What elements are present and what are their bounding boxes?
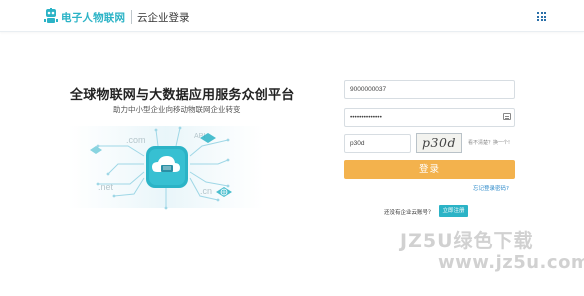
top-header: 电子人物联网 云企业登录 xyxy=(0,0,584,32)
forgot-password-link[interactable]: 忘记登录密码? xyxy=(473,184,509,192)
watermark-url: www.jz5u.com xyxy=(438,252,584,273)
register-prompt: 还没有企业云账号？ xyxy=(384,210,434,216)
page-title: 云企业登录 xyxy=(137,12,190,24)
username-input[interactable]: 9000000037 xyxy=(344,80,515,99)
cloud-hub-icon xyxy=(146,146,188,188)
header-divider xyxy=(131,10,132,24)
cloud-network-illustration: .com API .net .cn xyxy=(68,126,264,210)
keyboard-icon[interactable] xyxy=(503,113,511,120)
login-page: 电子人物联网 云企业登录 全球物联网与大数据应用服务众创平台 助力中小型企业向移… xyxy=(0,0,584,296)
label-cn: .cn xyxy=(200,186,212,196)
brand-name: 电子人物联网 xyxy=(61,12,126,24)
robot-logo-icon xyxy=(44,8,58,23)
promo-headline: 全球物联网与大数据应用服务众创平台 xyxy=(70,88,295,103)
register-button[interactable]: 立即注册 xyxy=(439,205,468,217)
captcha-input[interactable]: p30d xyxy=(344,134,411,153)
label-net: .net xyxy=(98,182,114,192)
password-input[interactable]: •••••••••••••• xyxy=(344,108,515,127)
captcha-image[interactable]: p30d xyxy=(416,133,462,153)
captcha-refresh-link[interactable]: 看不清楚？换一个! xyxy=(468,139,510,146)
apps-grid-icon[interactable] xyxy=(537,12,546,21)
password-mask: •••••••••••••• xyxy=(350,114,382,121)
login-button[interactable]: 登录 xyxy=(344,160,515,179)
watermark-title: JZ5U绿色下载 xyxy=(400,230,534,252)
label-com: .com xyxy=(126,135,146,145)
promo-tagline: 助力中小型企业向移动物联网企业转变 xyxy=(113,105,241,114)
